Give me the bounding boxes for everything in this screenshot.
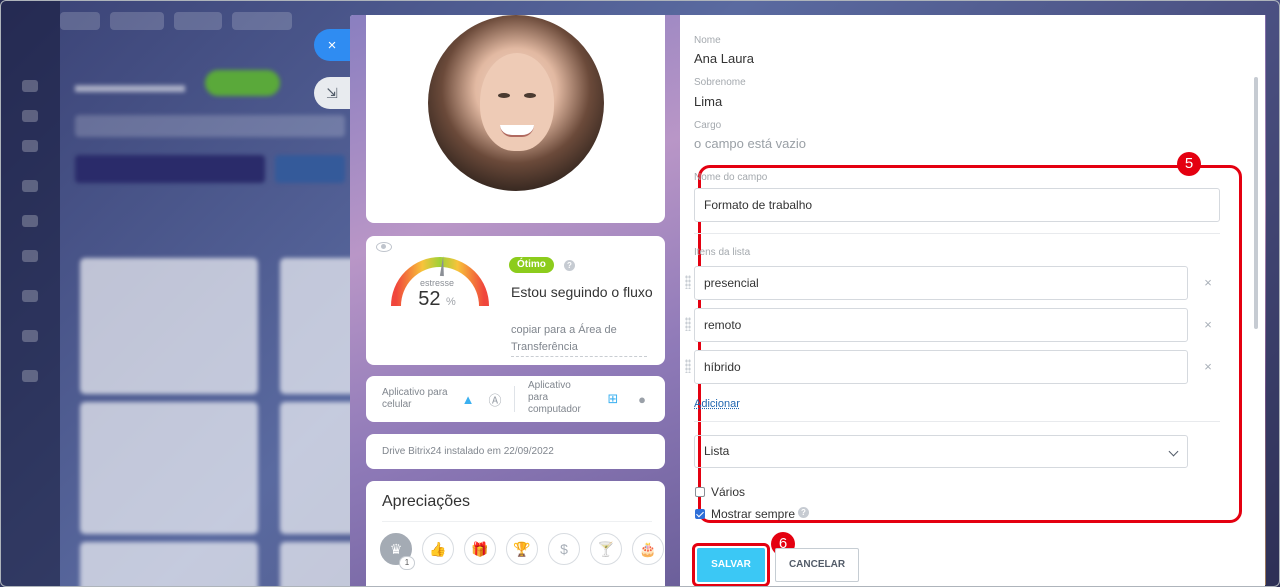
- stress-value-number: 52: [418, 288, 441, 310]
- appreciations-divider: [382, 521, 652, 522]
- background-left-menu: [0, 0, 60, 587]
- cancel-button[interactable]: CANCELAR: [775, 548, 859, 582]
- drive-status-text: Drive Bitrix24 instalado em 22/09/2022: [382, 446, 554, 457]
- mobile-app-label: Aplicativo para celular: [382, 387, 448, 410]
- cocktail-icon[interactable]: 🍸: [590, 533, 622, 565]
- close-icon: ×: [327, 36, 337, 54]
- list-item-input[interactable]: presencial: [694, 266, 1188, 300]
- position-label: Cargo: [694, 120, 722, 131]
- background-page-title: ▬▬▬▬▬: [75, 72, 185, 97]
- avatar-eye: [524, 93, 536, 98]
- drag-handle[interactable]: [685, 275, 691, 289]
- always-show-checkbox[interactable]: [695, 509, 705, 519]
- step-marker-5: 5: [1177, 152, 1201, 176]
- field-type-select[interactable]: Lista: [694, 435, 1188, 468]
- field-name-input[interactable]: Formato de trabalho: [694, 188, 1220, 222]
- appreciation-count-badge: 1: [399, 556, 415, 570]
- crown-icon[interactable]: ♛ 1: [380, 533, 415, 570]
- save-button-highlight: SALVAR: [692, 543, 770, 587]
- stress-value: 52 %: [406, 288, 468, 311]
- stress-label: estresse: [419, 278, 454, 288]
- background-menu-icon: [22, 80, 38, 92]
- background-menu-icon: [22, 290, 38, 302]
- apple-icon[interactable]: ●: [634, 391, 650, 407]
- background-topbar: [60, 12, 360, 38]
- remove-item-icon[interactable]: ×: [1202, 318, 1214, 331]
- list-item-input[interactable]: híbrido: [694, 350, 1188, 384]
- avatar[interactable]: [428, 15, 604, 191]
- remove-item-icon[interactable]: ×: [1202, 276, 1214, 289]
- copy-to-clipboard-link[interactable]: copiar para a Área de Transferência: [511, 322, 647, 357]
- stress-message: Estou seguindo o fluxo: [511, 284, 653, 300]
- avatar-eye: [498, 93, 510, 98]
- windows-icon[interactable]: ⊞: [605, 391, 621, 407]
- close-slider-button[interactable]: ×: [314, 29, 350, 61]
- background-kanban-card: [80, 542, 258, 587]
- multiple-checkbox[interactable]: [695, 487, 705, 497]
- background-menu-icon: [22, 250, 38, 262]
- remove-item-icon[interactable]: ×: [1202, 360, 1214, 373]
- cake-icon[interactable]: 🎂: [632, 533, 664, 565]
- money-bag-icon[interactable]: $: [548, 533, 580, 565]
- appreciations-card: Apreciações ♛ 1 👍 🎁 🏆 $ 🍸 🎂: [366, 481, 665, 587]
- profile-fields-panel: Nome Ana Laura Sobrenome Lima Cargo o ca…: [680, 15, 1265, 587]
- help-icon[interactable]: ?: [798, 507, 809, 518]
- profile-left-column: estresse 52 % Ótimo ? Estou seguindo o f…: [350, 15, 680, 587]
- last-name-label: Sobrenome: [694, 77, 746, 88]
- collapse-slider-button[interactable]: ⇲: [314, 77, 350, 109]
- drag-handle[interactable]: [685, 359, 691, 373]
- stress-unit: %: [446, 296, 456, 308]
- list-items-label: Itens da lista: [694, 247, 751, 258]
- android-icon[interactable]: ▲: [460, 391, 476, 407]
- background-menu-icon: [22, 330, 38, 342]
- position-value[interactable]: o campo está vazio: [694, 136, 806, 151]
- background-kanban-card: [80, 258, 258, 394]
- first-name-value[interactable]: Ana Laura: [694, 51, 754, 66]
- add-item-link[interactable]: Adicionar: [694, 398, 740, 410]
- save-button[interactable]: SALVAR: [697, 548, 765, 582]
- multiple-label[interactable]: Vários: [711, 485, 745, 499]
- app-store-icon[interactable]: Ⓐ: [487, 391, 503, 408]
- field-name-label: Nome do campo: [694, 172, 768, 183]
- help-icon[interactable]: ?: [564, 260, 575, 271]
- last-name-value[interactable]: Lima: [694, 94, 722, 109]
- trophy-icon[interactable]: 🏆: [506, 533, 538, 565]
- thumbs-up-icon[interactable]: 👍: [422, 533, 454, 565]
- background-kanban-card: [80, 402, 258, 534]
- field-type-value: Lista: [704, 444, 730, 458]
- background-kanban-tabs: [75, 155, 345, 183]
- drive-status-card: Drive Bitrix24 instalado em 22/09/2022: [366, 434, 665, 469]
- profile-slider: estresse 52 % Ótimo ? Estou seguindo o f…: [350, 15, 1265, 587]
- background-menu-icon: [22, 370, 38, 382]
- first-name-label: Nome: [694, 35, 721, 46]
- background-create-button: [205, 70, 280, 96]
- appreciations-title: Apreciações: [382, 493, 471, 510]
- chevron-down-icon: [1168, 446, 1179, 457]
- editor-separator: [694, 421, 1220, 422]
- background-filter: [75, 115, 345, 137]
- apps-card: Aplicativo para celular ▲ Ⓐ Aplicativo p…: [366, 376, 665, 422]
- avatar-card: [366, 15, 665, 223]
- stress-card: estresse 52 % Ótimo ? Estou seguindo o f…: [366, 236, 665, 365]
- gift-icon[interactable]: 🎁: [464, 533, 496, 565]
- scrollbar[interactable]: [1254, 77, 1258, 329]
- apps-divider: [514, 386, 515, 412]
- appreciations-icons: ♛ 1 👍 🎁 🏆 $ 🍸 🎂: [380, 533, 664, 570]
- list-item-input[interactable]: remoto: [694, 308, 1188, 342]
- collapse-icon: ⇲: [326, 84, 338, 101]
- background-menu-icon: [22, 140, 38, 152]
- background-menu-icon: [22, 110, 38, 122]
- editor-separator: [694, 233, 1220, 234]
- always-show-label[interactable]: Mostrar sempre: [711, 507, 795, 521]
- background-menu-icon: [22, 215, 38, 227]
- desktop-app-label: Aplicativo para computador: [528, 380, 581, 415]
- drag-handle[interactable]: [685, 317, 691, 331]
- background-menu-icon: [22, 180, 38, 192]
- stress-status-badge: Ótimo: [509, 257, 554, 273]
